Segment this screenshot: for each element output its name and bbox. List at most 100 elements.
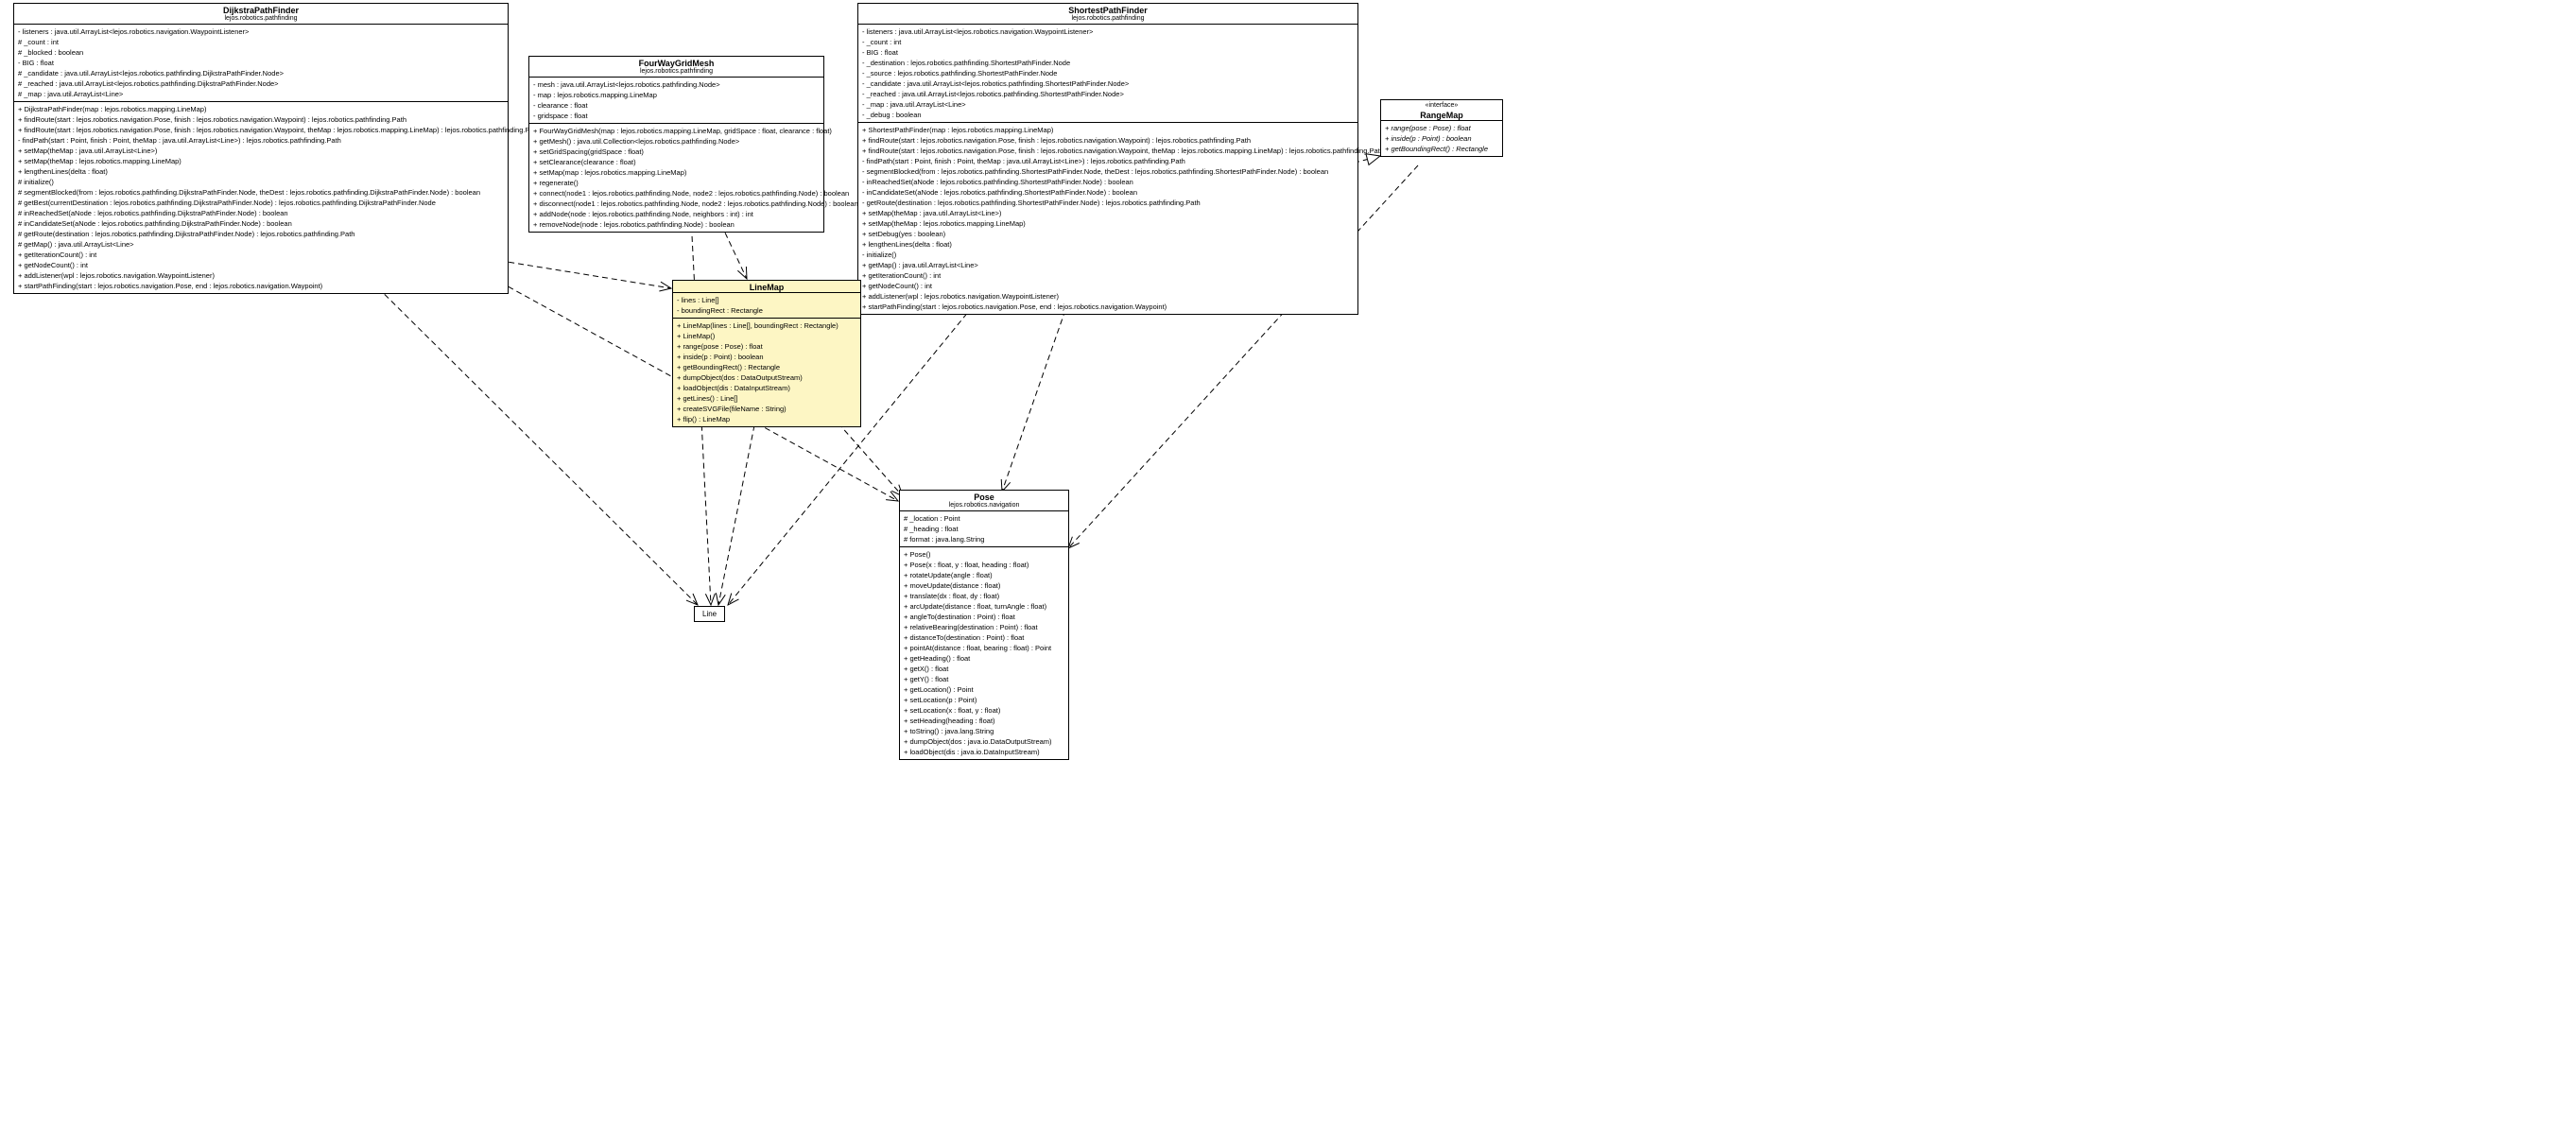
member-row: + lengthenLines(delta : float) [862,239,1354,250]
member-row: + disconnect(node1 : lejos.robotics.path… [533,199,820,209]
member-row: - BIG : float [862,47,1354,58]
member-row: # _heading : float [904,524,1064,534]
class-package: lejos.robotics.pathfinding [529,68,823,77]
class-rangemap: «interface» RangeMap + range(pose : Pose… [1380,99,1503,157]
member-row: + range(pose : Pose) : float [677,341,856,352]
attrs: # _location : Point# _heading : float# f… [900,510,1068,546]
member-row: + startPathFinding(start : lejos.robotic… [18,281,504,291]
member-row: - _candidate : java.util.ArrayList<lejos… [862,78,1354,89]
class-title: Line [702,610,717,618]
member-row: - _count : int [862,37,1354,47]
member-row: - map : lejos.robotics.mapping.LineMap [533,90,820,100]
attrs: - listeners : java.util.ArrayList<lejos.… [14,24,508,101]
member-row: + getMap() : java.util.ArrayList<Line> [862,260,1354,270]
member-row: + ShortestPathFinder(map : lejos.robotic… [862,125,1354,135]
member-row: + getLines() : Line[] [677,393,856,404]
member-row: - _destination : lejos.robotics.pathfind… [862,58,1354,68]
member-row: + getBoundingRect() : Rectangle [677,362,856,372]
member-row: + Pose(x : float, y : float, heading : f… [904,560,1064,570]
member-row: + LineMap(lines : Line[], boundingRect :… [677,320,856,331]
member-row: - _map : java.util.ArrayList<Line> [862,99,1354,110]
member-row: + range(pose : Pose) : float [1385,123,1498,133]
member-row: - gridspace : float [533,111,820,121]
member-row: + connect(node1 : lejos.robotics.pathfin… [533,188,820,199]
member-row: + toString() : java.lang.String [904,726,1064,736]
ops: + Pose()+ Pose(x : float, y : float, hea… [900,546,1068,759]
member-row: - boundingRect : Rectangle [677,305,856,316]
member-row: - lines : Line[] [677,295,856,305]
member-row: + dumpObject(dos : DataOutputStream) [677,372,856,383]
class-fourway: FourWayGridMesh lejos.robotics.pathfindi… [528,56,824,233]
member-row: # _map : java.util.ArrayList<Line> [18,89,504,99]
member-row: + getMesh() : java.util.Collection<lejos… [533,136,820,147]
member-row: # inReachedSet(aNode : lejos.robotics.pa… [18,208,504,218]
class-title: LineMap [673,281,860,292]
member-row: - _debug : boolean [862,110,1354,120]
member-row: + setGridSpacing(gridSpace : float) [533,147,820,157]
member-row: + angleTo(destination : Point) : float [904,612,1064,622]
member-row: - _source : lejos.robotics.pathfinding.S… [862,68,1354,78]
attrs: - mesh : java.util.ArrayList<lejos.robot… [529,77,823,123]
member-row: + FourWayGridMesh(map : lejos.robotics.m… [533,126,820,136]
member-row: + loadObject(dis : DataInputStream) [677,383,856,393]
member-row: + rotateUpdate(angle : float) [904,570,1064,580]
member-row: # segmentBlocked(from : lejos.robotics.p… [18,187,504,198]
member-row: # format : java.lang.String [904,534,1064,544]
member-row: + getLocation() : Point [904,684,1064,695]
member-row: + setLocation(x : float, y : float) [904,705,1064,716]
member-row: # getRoute(destination : lejos.robotics.… [18,229,504,239]
class-title: FourWayGridMesh [529,57,823,68]
member-row: - segmentBlocked(from : lejos.robotics.p… [862,166,1354,177]
member-row: + arcUpdate(distance : float, turnAngle … [904,601,1064,612]
member-row: + setMap(theMap : lejos.robotics.mapping… [862,218,1354,229]
member-row: + translate(dx : float, dy : float) [904,591,1064,601]
member-row: + inside(p : Point) : boolean [1385,133,1498,144]
class-title: Pose [900,491,1068,502]
member-row: + getY() : float [904,674,1064,684]
member-row: + findRoute(start : lejos.robotics.navig… [18,114,504,125]
member-row: # getMap() : java.util.ArrayList<Line> [18,239,504,250]
member-row: + setMap(theMap : lejos.robotics.mapping… [18,156,504,166]
member-row: # getBest(currentDestination : lejos.rob… [18,198,504,208]
member-row: # _location : Point [904,513,1064,524]
member-row: # _count : int [18,37,504,47]
member-row: - BIG : float [18,58,504,68]
member-row: - findPath(start : Point, finish : Point… [18,135,504,146]
member-row: - listeners : java.util.ArrayList<lejos.… [862,26,1354,37]
stereotype: «interface» [1381,100,1502,109]
member-row: # inCandidateSet(aNode : lejos.robotics.… [18,218,504,229]
class-line: Line [694,606,725,622]
member-row: # _reached : java.util.ArrayList<lejos.r… [18,78,504,89]
member-row: + flip() : LineMap [677,414,856,424]
member-row: - listeners : java.util.ArrayList<lejos.… [18,26,504,37]
member-row: + inside(p : Point) : boolean [677,352,856,362]
member-row: + findRoute(start : lejos.robotics.navig… [862,135,1354,146]
member-row: + pointAt(distance : float, bearing : fl… [904,643,1064,653]
class-package: lejos.robotics.navigation [900,502,1068,510]
member-row: + LineMap() [677,331,856,341]
member-row: - findPath(start : Point, finish : Point… [862,156,1354,166]
member-row: + lengthenLines(delta : float) [18,166,504,177]
member-row: + regenerate() [533,178,820,188]
member-row: + getX() : float [904,664,1064,674]
member-row: + getIterationCount() : int [862,270,1354,281]
member-row: - inCandidateSet(aNode : lejos.robotics.… [862,187,1354,198]
class-pose: Pose lejos.robotics.navigation # _locati… [899,490,1069,760]
member-row: - getRoute(destination : lejos.robotics.… [862,198,1354,208]
member-row: # _blocked : boolean [18,47,504,58]
member-row: # _candidate : java.util.ArrayList<lejos… [18,68,504,78]
member-row: + getIterationCount() : int [18,250,504,260]
member-row: + getNodeCount() : int [18,260,504,270]
member-row: - inReachedSet(aNode : lejos.robotics.pa… [862,177,1354,187]
attrs: - listeners : java.util.ArrayList<lejos.… [858,24,1357,122]
ops: + range(pose : Pose) : float+ inside(p :… [1381,120,1502,156]
class-dijkstra: DijkstraPathFinder lejos.robotics.pathfi… [13,3,509,294]
member-row: + setLocation(p : Point) [904,695,1064,705]
member-row: + moveUpdate(distance : float) [904,580,1064,591]
member-row: + dumpObject(dos : java.io.DataOutputStr… [904,736,1064,747]
member-row: - initialize() [862,250,1354,260]
class-title: DijkstraPathFinder [14,4,508,15]
member-row: - _reached : java.util.ArrayList<lejos.r… [862,89,1354,99]
attrs: - lines : Line[]- boundingRect : Rectang… [673,292,860,318]
class-title: ShortestPathFinder [858,4,1357,15]
